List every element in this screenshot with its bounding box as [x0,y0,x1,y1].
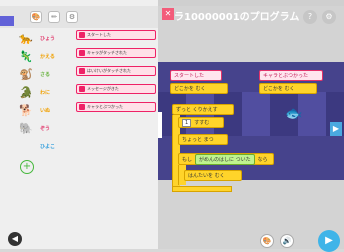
category-list: ひょう かえる さる わに いぬ ぞう ひよこ [40,30,66,156]
sprite-item[interactable]: 🐘 [14,120,38,136]
settings-icon[interactable]: ⚙ [322,10,336,24]
palette-block-list: スタートした キャラがタッチされた はいけいがタッチされた メッセージがきた キ… [76,30,156,120]
category-item[interactable]: わに [40,84,66,100]
category-item[interactable]: ひょう [40,30,66,46]
settings-icon[interactable]: ⚙ [66,11,78,23]
category-item[interactable]: さる [40,66,66,82]
help-icon[interactable]: ? [303,10,317,24]
trigger-icon [79,50,85,56]
palette-block[interactable]: キャラがタッチされた [76,48,156,58]
selected-tab-marker [0,16,14,26]
start-block[interactable]: スタートした [170,70,222,81]
category-item[interactable]: かえる [40,48,66,64]
trigger-icon [79,68,85,74]
if-block[interactable]: もし がめんのはしに ついた なら [178,153,274,165]
category-item[interactable]: ひよこ [40,138,66,154]
sound-icon[interactable]: 🔊 [280,234,294,248]
trigger-icon [79,104,85,110]
palette-block[interactable]: スタートした [76,30,156,40]
pencil-icon[interactable]: ✏ [48,11,60,23]
turn-back-block[interactable]: はんたいを むく [184,170,242,181]
turn-any-block[interactable]: どこかを むく [170,83,228,94]
turn-any-block[interactable]: どこかを むく [259,83,317,94]
palette-block[interactable]: はいけいがタッチされた [76,66,156,76]
palette-block[interactable]: メッセージがきた [76,84,156,94]
wait-block[interactable]: ちょっと まつ [178,134,228,145]
paint-icon[interactable]: 🎨 [260,234,274,248]
close-icon[interactable]: ✕ [162,8,174,20]
forever-loop-block[interactable]: ずっと くりかえす [172,104,234,115]
steps-input[interactable]: 1 [182,118,192,127]
category-item[interactable]: いぬ [40,102,66,118]
toolbar: 🎨 ✏ ⚙ [0,6,158,28]
project-title: ラ10000001のプログラム [174,12,300,23]
sprite-item[interactable]: 🐒 [14,66,38,82]
expand-right-icon[interactable]: ▶ [330,122,342,136]
sprite-list: 🐆 🦎 🐒 🐊 🐕 🐘 [14,30,40,180]
loop-end [172,186,232,192]
sprite-item[interactable]: 🐕 [14,102,38,118]
category-item[interactable]: ぞう [40,120,66,136]
editor-left-panel: 🎨 ✏ ⚙ 🐆 🦎 🐒 🐊 🐕 🐘 ひょう かえる さる わに いぬ ぞう ひよ… [0,0,158,249]
collide-block[interactable]: キャラとぶつかった [259,70,323,81]
palette-block[interactable]: キャラとぶつかった [76,102,156,112]
palette-icon[interactable]: 🎨 [30,11,42,23]
trigger-icon [79,32,85,38]
move-block[interactable]: 1 すすむ [178,117,224,128]
condition-block[interactable]: がめんのはしに ついた [195,153,255,165]
sprite-item[interactable]: 🦎 [14,48,38,64]
panel-handle[interactable] [158,112,162,138]
add-sprite-button[interactable]: + [20,160,34,174]
sprite-item[interactable]: 🐊 [14,84,38,100]
trigger-icon [79,86,85,92]
sprite-item[interactable]: 🐆 [14,30,38,46]
back-icon[interactable]: ◀ [8,232,22,246]
fish-sprite: 🐟 [285,106,303,122]
